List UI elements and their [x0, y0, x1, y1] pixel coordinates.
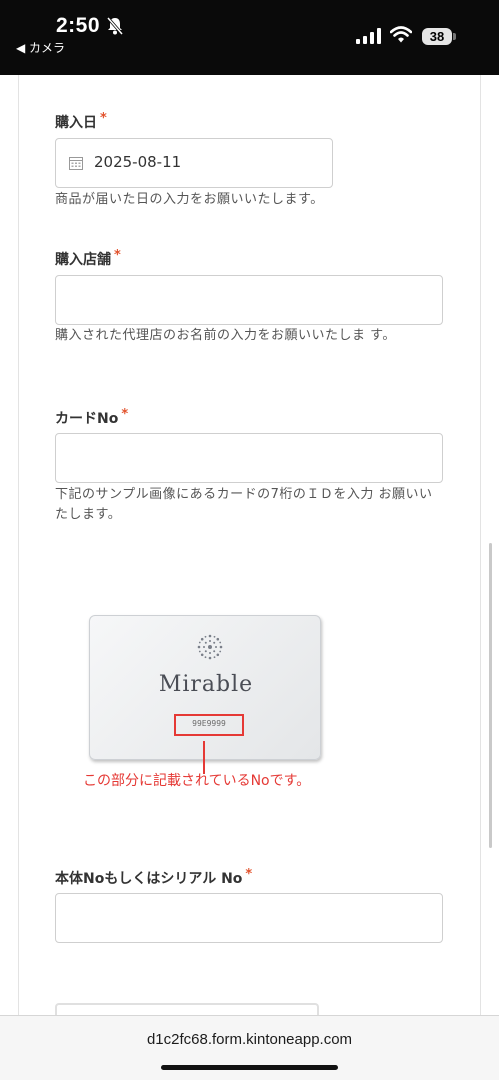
scrollbar[interactable]: [489, 543, 492, 848]
body-serial-input[interactable]: [55, 893, 443, 943]
required-mark: *: [121, 407, 129, 422]
url-text[interactable]: d1c2fc68.form.kintoneapp.com: [0, 1031, 499, 1048]
purchase-date-help: 商品が届いた日の入力をお願いいたします。: [55, 192, 324, 207]
sample-card-image: Mirable 99E9999 この部分に記載されているNoです。: [80, 610, 340, 810]
web-page: 購入日 * 2025-08-11 商品が届いた日の入力をお願いいたします。 購入店…: [0, 75, 499, 1015]
purchase-store-label-text: 購入店舗: [55, 252, 111, 268]
back-to-camera-link[interactable]: ◀ カメラ: [16, 39, 65, 56]
next-field-partial[interactable]: [55, 1003, 319, 1015]
purchase-date-label-text: 購入日: [55, 115, 97, 131]
purchase-date-input[interactable]: 2025-08-11: [55, 138, 333, 188]
required-mark: *: [100, 111, 107, 126]
wifi-icon: [390, 26, 412, 43]
purchase-store-label: 購入店舗 *: [55, 248, 121, 269]
body-serial-label: 本体Noもしくはシリアル No *: [55, 867, 253, 888]
cellular-signal-icon: [356, 28, 381, 44]
status-bar: 2:50 ◀ カメラ 38: [0, 0, 499, 75]
purchase-store-help: 購入された代理店のお名前の入力をお願いいたしま す。: [55, 328, 396, 343]
required-mark: *: [245, 867, 253, 882]
purchase-date-value: 2025-08-11: [94, 153, 182, 171]
card-no-input[interactable]: [55, 433, 443, 483]
battery-indicator: 38: [422, 28, 452, 45]
purchase-store-input[interactable]: [55, 275, 443, 325]
card-brand-logo: Mirable: [158, 672, 254, 697]
purchase-date-label: 購入日 *: [55, 111, 107, 132]
card-no-label: カードNo *: [55, 407, 129, 428]
callout-text: この部分に記載されているNoです。: [83, 773, 311, 789]
browser-address-bar[interactable]: d1c2fc68.form.kintoneapp.com: [0, 1015, 499, 1080]
sample-card: Mirable 99E9999: [89, 615, 321, 760]
card-serial-number: 99E9999: [192, 719, 226, 728]
card-no-help: 下記のサンプル画像にあるカードの7桁のＩＤを入力 お願いいたします。: [55, 487, 433, 522]
card-serial-highlight: 99E9999: [174, 714, 244, 736]
required-mark: *: [114, 248, 121, 263]
body-serial-label-text: 本体Noもしくはシリアル No: [55, 871, 243, 887]
home-indicator[interactable]: [161, 1065, 338, 1070]
status-time: 2:50: [56, 14, 101, 37]
sunburst-emblem-icon: [197, 634, 223, 660]
battery-tip: [453, 33, 456, 40]
card-no-label-text: カードNo: [55, 411, 119, 427]
calendar-icon: [69, 157, 83, 170]
bell-slash-icon: [106, 17, 124, 35]
